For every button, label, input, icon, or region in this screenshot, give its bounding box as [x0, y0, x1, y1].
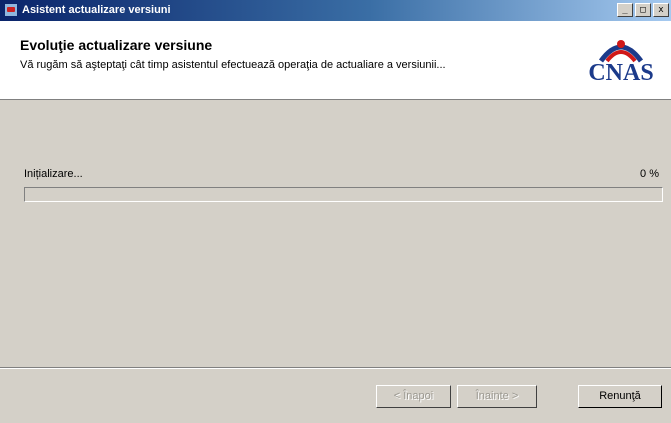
logo-text: CNAS	[588, 60, 654, 86]
close-button[interactable]: x	[653, 3, 669, 17]
minimize-button[interactable]: _	[617, 3, 633, 17]
window-title: Asistent actualizare versiuni	[22, 4, 171, 16]
footer-divider	[0, 367, 671, 369]
page-subtitle: Vă rugăm să aşteptaţi cât timp asistentu…	[20, 59, 446, 71]
cancel-button[interactable]: Renunţă	[578, 385, 662, 408]
title-bar[interactable]: Asistent actualizare versiuni _ □ x	[0, 0, 671, 21]
wizard-header: Evoluţie actualizare versiune Vă rugăm s…	[0, 21, 671, 100]
wizard-window: Asistent actualizare versiuni _ □ x Evol…	[0, 0, 671, 423]
maximize-button[interactable]: □	[635, 3, 651, 17]
page-title: Evoluţie actualizare versiune	[20, 37, 213, 53]
progress-bar	[24, 187, 663, 202]
cnas-logo: CNAS	[579, 31, 663, 89]
next-button[interactable]: Înainte >	[457, 385, 537, 408]
progress-status: Inițializare...	[24, 168, 83, 180]
back-button[interactable]: < Înapoi	[376, 385, 451, 408]
progress-percent: 0 %	[640, 168, 659, 180]
window-controls: _ □ x	[617, 3, 669, 17]
app-icon	[4, 3, 18, 17]
